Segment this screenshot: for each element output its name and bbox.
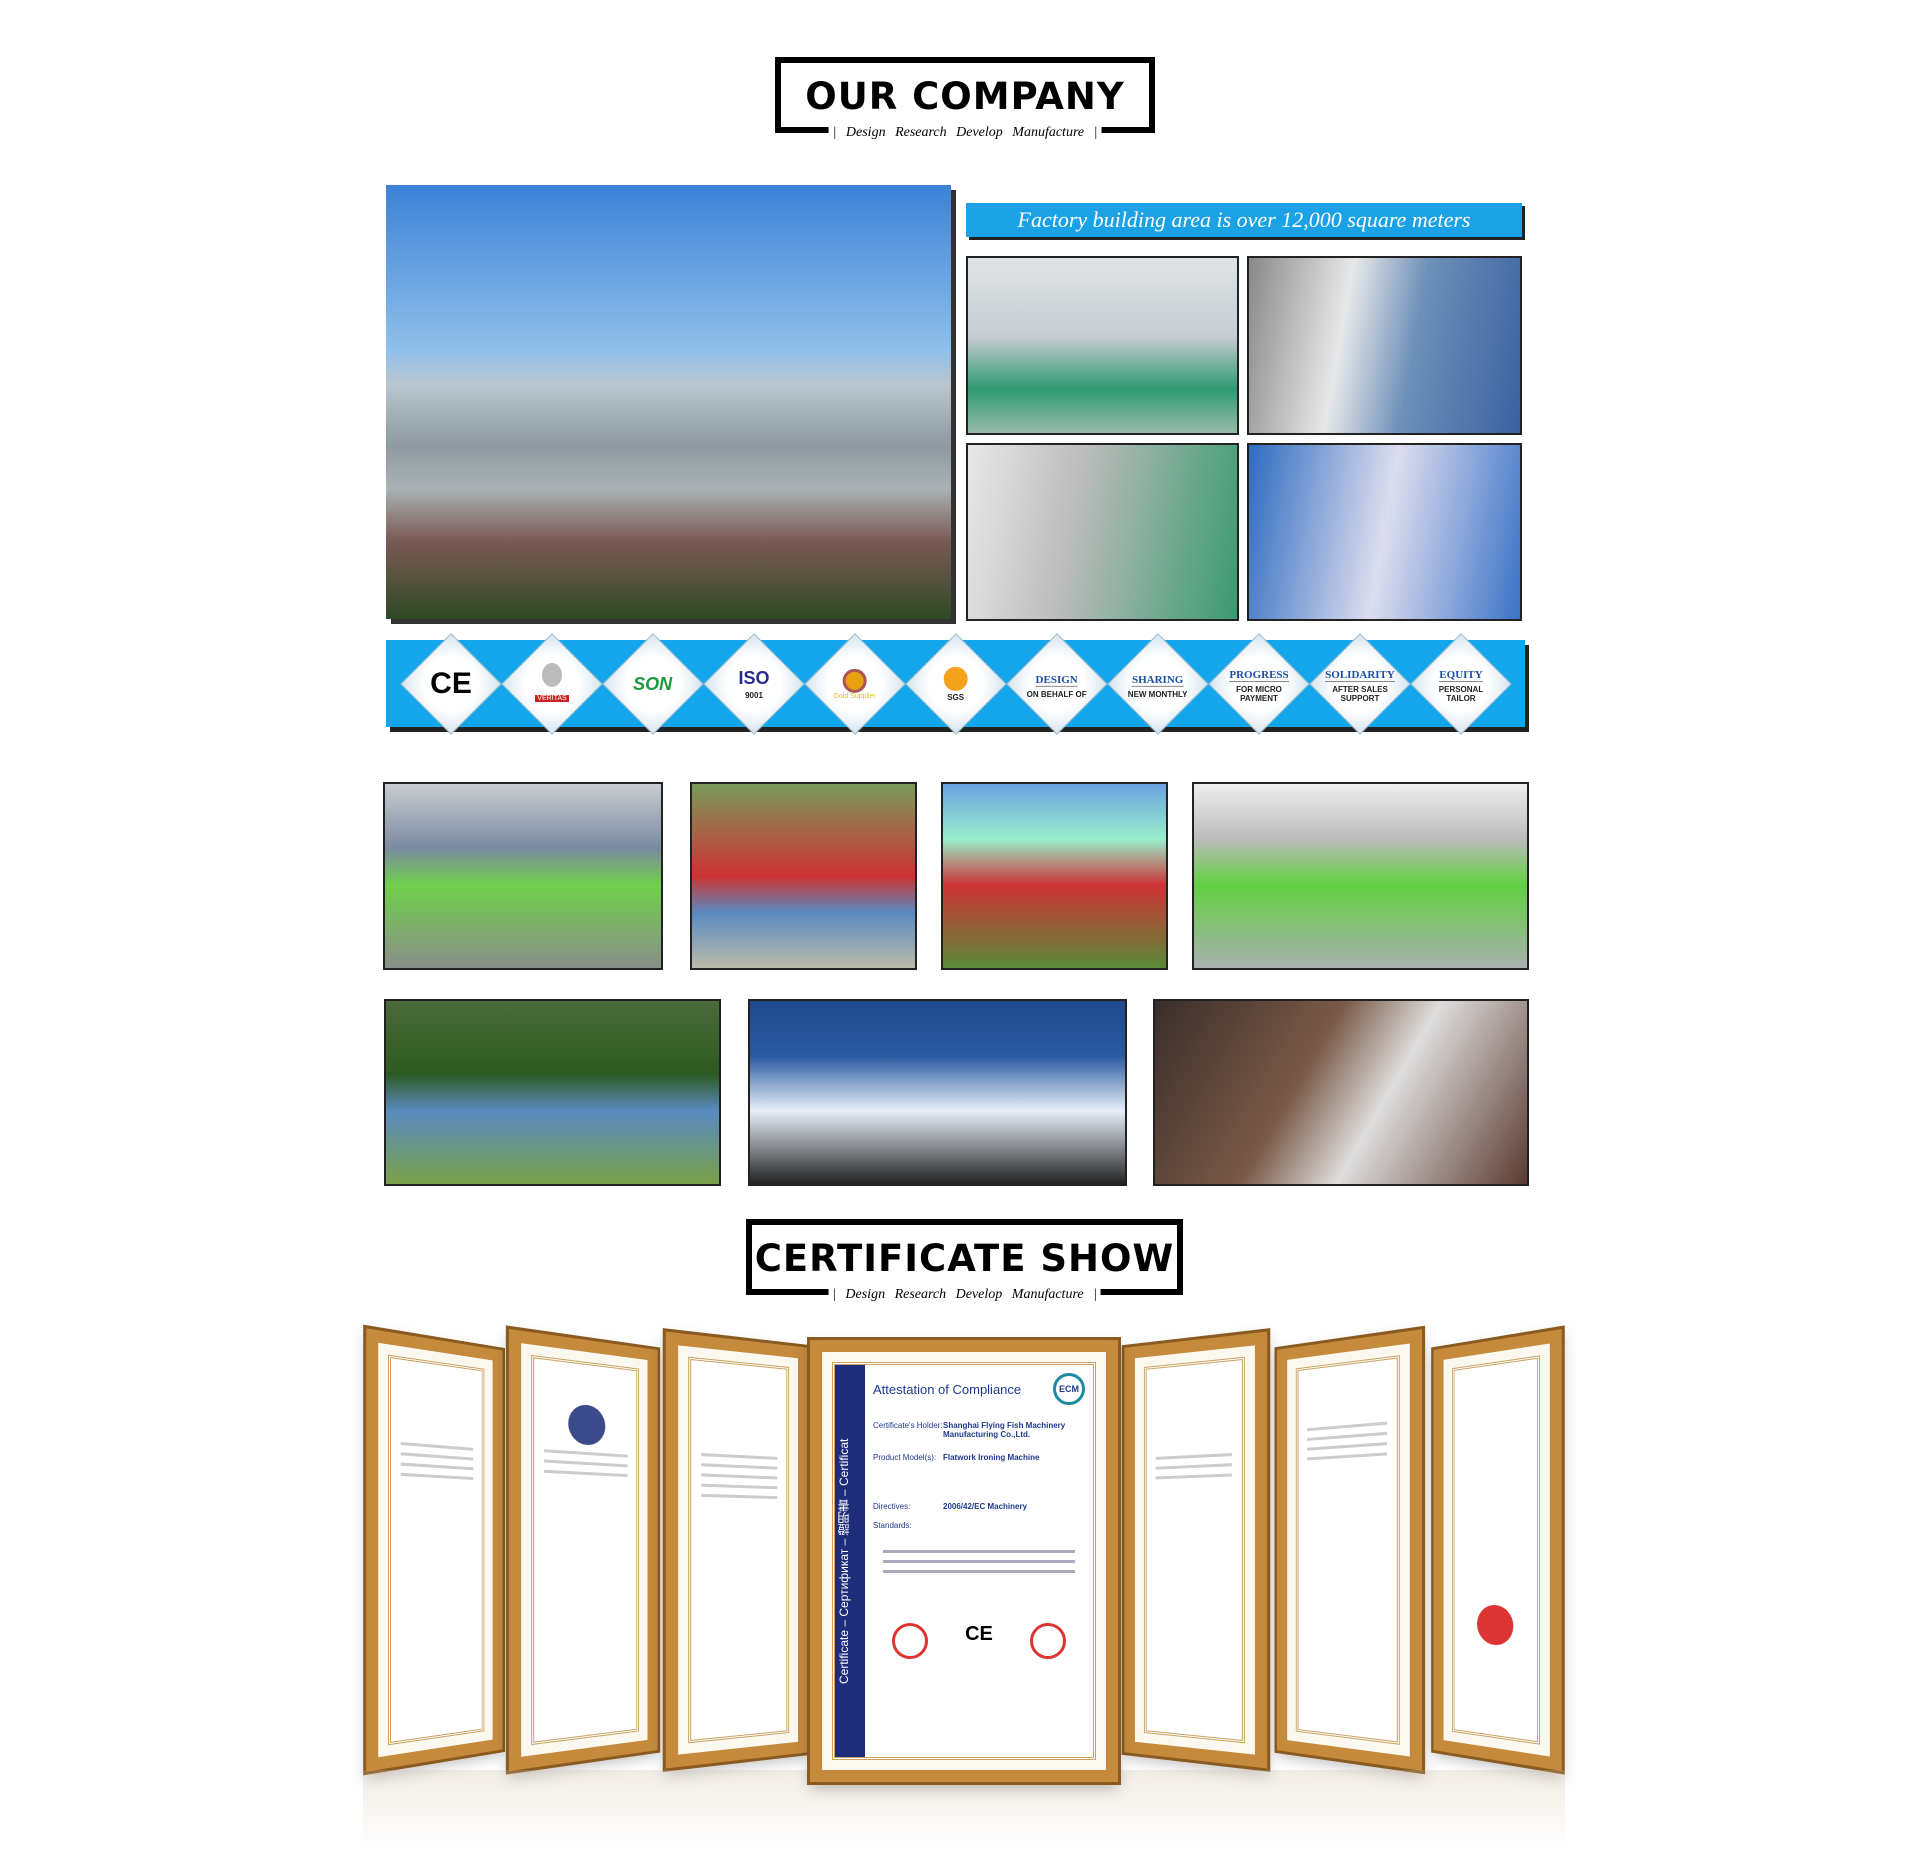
factory-area-caption: Factory building area is over 12,000 squ… xyxy=(966,203,1522,237)
certificate-frame-5[interactable] xyxy=(1121,1328,1271,1772)
our-company-header: OUR COMPANY | Design Research Develop Ma… xyxy=(775,57,1155,141)
certificate-frame-6[interactable] xyxy=(1274,1326,1425,1774)
certificate-product: Flatwork Ironing Machine xyxy=(943,1453,1040,1462)
certification-badge-strip: CE VERITAS SON ISO 9001 Gold Supplier SGS… xyxy=(386,632,1525,735)
section-title: OUR COMPANY xyxy=(805,75,1125,118)
ce-mark-icon: CE xyxy=(965,1623,993,1645)
certificate-show-header: CERTIFICATE SHOW | Design Research Devel… xyxy=(746,1219,1183,1303)
certificate-title: Attestation of Compliance xyxy=(873,1381,1022,1397)
seal-icon xyxy=(891,1623,928,1659)
team-photo-outdoor-group xyxy=(690,782,917,970)
team-photo-factory-group xyxy=(1192,782,1529,970)
certificate-side-band: Certificate – Сертификат – 證明書 – Certifi… xyxy=(835,1365,865,1757)
iso-icon: ISO xyxy=(737,667,769,688)
certificate-frame-7[interactable] xyxy=(1430,1325,1565,1775)
seal-icon xyxy=(1030,1623,1067,1659)
section-subtitle: | Design Research Develop Manufacture | xyxy=(828,125,1102,141)
section-subtitle: | Design Research Develop Manufacture | xyxy=(828,1287,1101,1303)
ce-mark-icon: CE xyxy=(429,666,472,700)
team-photo-field xyxy=(941,782,1168,970)
team-photo-staff xyxy=(748,999,1127,1186)
badge-progress: PROGRESS FOR MICRO PAYMENT xyxy=(1207,632,1310,735)
ecm-logo-icon: ECM xyxy=(1053,1373,1085,1405)
certificate-directives: 2006/42/EC Machinery xyxy=(943,1502,1028,1511)
sgs-icon xyxy=(943,666,968,690)
certificate-frame-3[interactable] xyxy=(662,1328,812,1772)
certificate-holder: Shanghai Flying Fish Machinery Manufactu… xyxy=(943,1421,1066,1439)
section-title: CERTIFICATE SHOW xyxy=(754,1237,1175,1280)
team-photo-lawn xyxy=(384,999,721,1186)
badge-equity: EQUITY PERSONAL TAILOR xyxy=(1409,632,1512,735)
badge-iso: ISO 9001 xyxy=(702,632,805,735)
son-icon: SON xyxy=(632,673,672,693)
badge-gold-supplier: Gold Supplier xyxy=(803,632,906,735)
team-photo-tug-of-war xyxy=(383,782,663,970)
bureau-veritas-icon xyxy=(541,662,562,687)
badge-son: SON xyxy=(601,632,704,735)
factory-photo-workshop xyxy=(966,256,1239,435)
certificate-frame-2[interactable] xyxy=(506,1325,661,1775)
team-photo-dinner xyxy=(1153,999,1529,1186)
certificate-frame-attestation[interactable]: Certificate – Сертификат – 證明書 – Certifi… xyxy=(807,1337,1121,1785)
factory-photo-ironers xyxy=(1247,256,1522,435)
badge-bureau-veritas: VERITAS xyxy=(500,632,603,735)
badge-ce: CE xyxy=(399,632,502,735)
badge-sharing: SHARING NEW MONTHLY xyxy=(1106,632,1209,735)
gold-supplier-icon xyxy=(842,668,867,692)
badge-sgs: SGS xyxy=(904,632,1007,735)
certificate-reflection xyxy=(363,1770,1565,1850)
factory-photo-washers xyxy=(966,443,1239,621)
badge-design: DESIGN ON BEHALF OF xyxy=(1005,632,1108,735)
badge-solidarity: SOLIDARITY AFTER SALES SUPPORT xyxy=(1308,632,1411,735)
factory-aerial-photo xyxy=(386,185,951,619)
certificate-frame-1[interactable] xyxy=(363,1325,506,1775)
factory-photo-washer-line xyxy=(1247,443,1522,621)
